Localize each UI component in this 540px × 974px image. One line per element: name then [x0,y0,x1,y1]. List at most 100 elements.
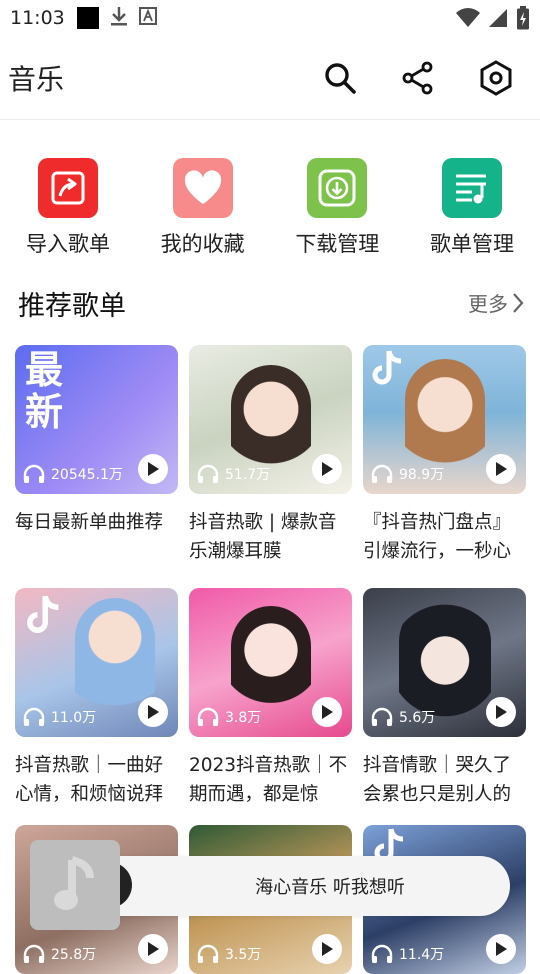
headphones-icon [197,464,219,483]
play-icon [322,462,333,476]
play-button[interactable] [138,454,168,484]
playlist-card[interactable]: 3.8万 2023抖音热歌｜不期而遇，都是惊 [189,588,352,809]
page-title: 音乐 [8,63,65,96]
cover-portrait-image [231,606,311,716]
play-icon [496,462,507,476]
play-icon [496,942,507,956]
tiktok-logo-icon [372,350,402,385]
notification-square-icon [76,7,99,29]
headphones-icon [371,944,393,963]
download-icon [307,158,368,218]
playlist-title: 抖音情歌｜哭久了会累也只是别人的 [363,755,512,805]
album-art[interactable] [30,840,120,930]
more-label: 更多 [468,292,508,316]
cover-portrait-image [231,365,311,475]
battery-icon [516,6,530,35]
font-notification-icon [138,6,157,30]
playlist-manager-button[interactable]: 歌单管理 [424,158,520,258]
quick-actions: 导入歌单 我的收藏 下载管理 歌单管理 [0,158,540,258]
play-count-value: 5.6万 [399,710,436,726]
play-button[interactable] [486,454,516,484]
play-count: 3.5万 [197,944,261,964]
play-count-value: 11.0万 [51,710,97,726]
headphones-icon [371,464,393,483]
play-button[interactable] [486,697,516,727]
play-count: 3.8万 [197,707,261,727]
play-icon [322,942,333,956]
share-button[interactable] [400,60,436,96]
playlist-card[interactable]: 98.9万 『抖音热门盘点』引爆流行，一秒心 [363,345,526,566]
playlist-title: 抖音热歌 | 爆款音乐潮爆耳膜 [189,512,337,562]
search-button[interactable] [322,60,358,96]
quick-action-label: 导入歌单 [26,232,110,256]
play-count: 5.6万 [371,707,435,727]
quick-action-label: 下载管理 [295,232,380,256]
import-playlist-button[interactable]: 导入歌单 [20,158,116,258]
headphones-icon [23,464,45,483]
tiktok-logo-icon [27,595,59,634]
search-icon [325,63,356,94]
play-icon [322,705,333,719]
section-title: 推荐歌单 [18,291,126,322]
play-button[interactable] [138,697,168,727]
wifi-icon [456,8,480,33]
cover-portrait-image [399,596,491,720]
player-pill[interactable]: 海心音乐 听我想听 [70,856,510,916]
playlist-card[interactable]: 11.0万 抖音热歌｜一曲好心情，和烦恼说拜 [15,588,178,809]
play-count: 98.9万 [371,464,444,484]
play-icon [148,705,159,719]
playlist-card[interactable]: 最新 20545.1万 每日最新单曲推荐 [15,345,178,566]
playlist-cover[interactable]: 5.6万 [363,588,526,737]
share-icon [402,61,433,95]
recommended-section-header: 推荐歌单 更多 [18,282,524,324]
download-notification-icon [109,5,129,32]
mini-player[interactable]: 海心音乐 听我想听 [30,840,512,932]
playlist-cover[interactable]: 98.9万 [363,345,526,494]
play-count-value: 3.5万 [225,947,262,963]
download-manager-button[interactable]: 下载管理 [289,158,385,258]
status-time: 11:03 [10,7,65,29]
play-button[interactable] [312,454,342,484]
import-icon [38,158,98,218]
chevron-right-icon [513,292,524,313]
play-count-value: 11.4万 [399,947,445,963]
play-icon [148,942,159,956]
my-favorites-button[interactable]: 我的收藏 [155,158,251,258]
app-bar: 音乐 [0,36,540,120]
play-count: 25.8万 [23,944,96,964]
playlist-card[interactable]: 51.7万 抖音热歌 | 爆款音乐潮爆耳膜 [189,345,352,566]
headphones-icon [371,707,393,726]
play-count-value: 20545.1万 [51,467,123,483]
headphones-icon [23,707,45,726]
cover-portrait-image [405,359,485,479]
playlist-title: 2023抖音热歌｜不期而遇，都是惊 [189,755,348,805]
settings-button[interactable] [478,60,514,96]
music-note-icon [54,856,94,910]
play-count: 51.7万 [197,464,270,484]
playlist-icon [441,158,502,218]
playlist-cover[interactable]: 3.8万 [189,588,352,737]
playlist-cover[interactable]: 11.0万 [15,588,178,737]
player-text: 海心音乐 听我想听 [255,877,405,898]
play-count: 11.4万 [371,944,444,964]
heart-icon [172,158,233,218]
playlist-title: 抖音热歌｜一曲好心情，和烦恼说拜 [15,755,164,805]
play-count-value: 3.8万 [225,710,262,726]
playlist-title: 『抖音热门盘点』引爆流行，一秒心 [363,512,512,562]
playlist-card[interactable]: 5.6万 抖音情歌｜哭久了会累也只是别人的 [363,588,526,809]
play-count-value: 98.9万 [399,467,445,483]
playlist-cover[interactable]: 最新 20545.1万 [15,345,178,494]
more-button[interactable]: 更多 [468,288,524,317]
quick-action-label: 我的收藏 [160,232,245,256]
playlist-cover[interactable]: 51.7万 [189,345,352,494]
quick-action-label: 歌单管理 [429,232,514,256]
play-count: 20545.1万 [23,464,123,484]
settings-hexagon-icon [480,60,512,96]
cover-latest-text: 最新 [25,348,64,434]
play-count: 11.0万 [23,707,96,727]
status-bar: 11:03 [0,0,540,36]
play-icon [496,705,507,719]
headphones-icon [23,944,45,963]
play-button[interactable] [312,697,342,727]
play-count-value: 51.7万 [225,467,271,483]
